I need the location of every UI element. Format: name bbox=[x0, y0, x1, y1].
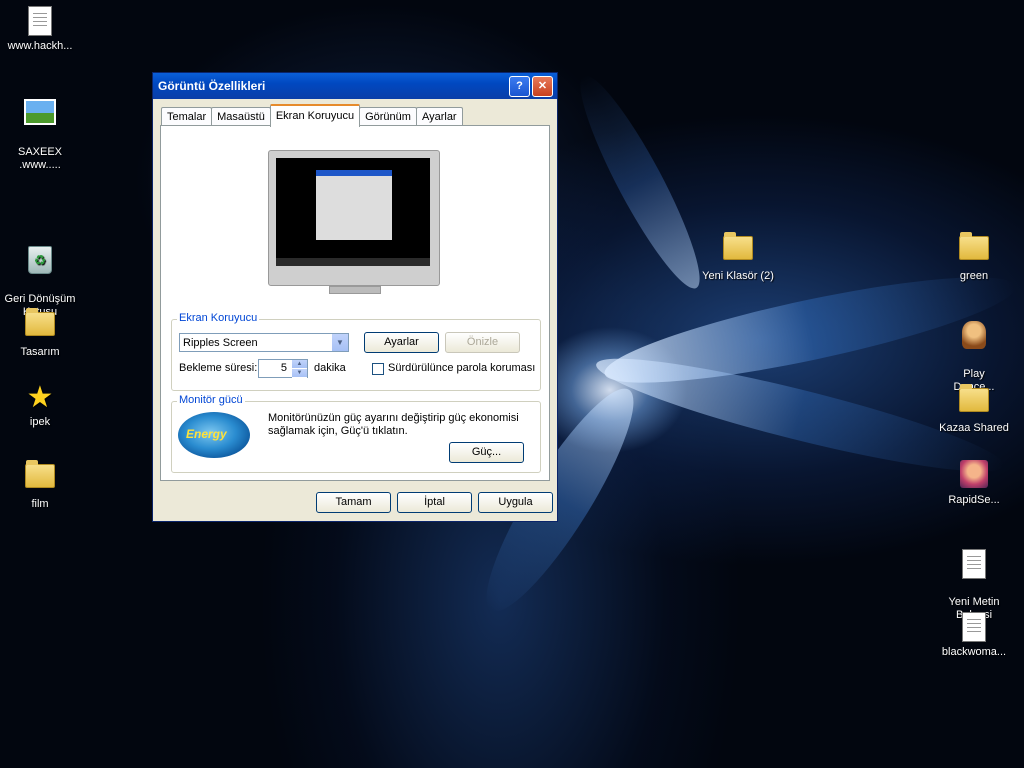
spin-up-icon[interactable]: ▲ bbox=[292, 360, 307, 369]
cancel-button[interactable]: İptal bbox=[397, 492, 472, 513]
screensaver-group-label: Ekran Koruyucu bbox=[177, 312, 260, 324]
folder-icon bbox=[24, 460, 56, 496]
wait-spinner[interactable]: 5 ▲ ▼ bbox=[258, 359, 308, 378]
monitor-preview bbox=[268, 150, 440, 294]
tab-masaustu[interactable]: Masaüstü bbox=[211, 107, 271, 126]
tab-strip: Temalar Masaüstü Ekran Koruyucu Görünüm … bbox=[161, 104, 463, 127]
screensaver-settings-button[interactable]: Ayarlar bbox=[364, 332, 439, 353]
desktop-icon-rapidse[interactable]: RapidSe... bbox=[934, 458, 1014, 507]
desktop-icon-picture[interactable]: SAXEEX .www..... bbox=[0, 82, 80, 172]
desktop-icon-blackwoman[interactable]: blackwoma... bbox=[934, 610, 1014, 659]
password-resume-label: Sürdürülünce parola koruması bbox=[388, 362, 536, 374]
desktop-icon-label: www.hackh... bbox=[7, 40, 73, 52]
screensaver-select[interactable]: Ripples Screen ▼ bbox=[179, 333, 349, 352]
apply-button[interactable]: Uygula bbox=[478, 492, 553, 513]
monitor-stand bbox=[329, 286, 381, 294]
folder-icon bbox=[24, 308, 56, 344]
password-resume-checkbox[interactable] bbox=[372, 363, 384, 375]
picture-icon bbox=[24, 99, 56, 131]
wait-label: Bekleme süresi: bbox=[179, 362, 258, 374]
folder-icon bbox=[722, 232, 754, 268]
chevron-down-icon: ▼ bbox=[331, 334, 348, 351]
power-button[interactable]: Güç... bbox=[449, 442, 524, 463]
desktop-icon-label: film bbox=[31, 498, 49, 510]
close-button[interactable]: ✕ bbox=[532, 75, 553, 97]
recycle-bin-icon: ♻ bbox=[24, 246, 56, 278]
folder-icon bbox=[958, 232, 990, 268]
energy-logo-text: Energy bbox=[186, 427, 227, 441]
monitor-power-group: Monitör gücü Energy Monitörünüzün güç ay… bbox=[171, 394, 541, 473]
desktop-icon-yeni-klasor[interactable]: Yeni Klasör (2) bbox=[698, 230, 778, 283]
wait-unit-label: dakika bbox=[314, 362, 346, 374]
preview-screen bbox=[276, 158, 430, 266]
text-document-icon bbox=[958, 612, 990, 644]
app-icon bbox=[958, 460, 990, 492]
help-button[interactable]: ? bbox=[509, 75, 530, 97]
tab-ekran-koruyucu[interactable]: Ekran Koruyucu bbox=[269, 104, 361, 127]
desktop-icon-label: Yeni Klasör (2) bbox=[702, 270, 774, 282]
ok-button[interactable]: Tamam bbox=[316, 492, 391, 513]
game-shortcut-icon bbox=[958, 321, 990, 353]
desktop-icon-play-dance[interactable]: Play Dance... bbox=[934, 306, 1014, 394]
dialog-titlebar[interactable]: Görüntü Özellikleri ? ✕ bbox=[153, 73, 557, 99]
preview-window bbox=[316, 170, 392, 240]
text-document-icon bbox=[958, 549, 990, 581]
desktop-icon-tasarim[interactable]: Tasarım bbox=[0, 306, 80, 359]
preview-taskbar bbox=[276, 258, 430, 266]
desktop-icon-green[interactable]: green bbox=[934, 230, 1014, 283]
desktop-icon-film[interactable]: film bbox=[0, 458, 80, 511]
desktop-icon-label: RapidSe... bbox=[948, 494, 1000, 506]
desktop-icon-label: green bbox=[959, 270, 989, 282]
desktop-icon-label: Tasarım bbox=[20, 346, 60, 358]
power-description: Monitörünüzün güç ayarını değiştirip güç… bbox=[268, 412, 519, 437]
display-properties-dialog: Görüntü Özellikleri ? ✕ Temalar Masaüstü… bbox=[152, 72, 558, 522]
star-icon: ★ bbox=[26, 381, 54, 414]
desktop-icon-hack-doc[interactable]: www.hackh... bbox=[0, 4, 80, 53]
tab-temalar[interactable]: Temalar bbox=[161, 107, 213, 126]
desktop-icon-kazaa-shared[interactable]: Kazaa Shared bbox=[934, 382, 1014, 435]
screensaver-preview-button[interactable]: Önizle bbox=[445, 332, 520, 353]
spin-down-icon[interactable]: ▼ bbox=[292, 369, 307, 378]
tab-ayarlar[interactable]: Ayarlar bbox=[415, 107, 463, 126]
monitor-power-group-label: Monitör gücü bbox=[177, 394, 245, 406]
desktop-icon-label: ipek bbox=[29, 416, 51, 428]
wallpaper-petal bbox=[564, 65, 716, 299]
energy-star-logo: Energy bbox=[178, 412, 250, 458]
desktop-icon-label: SAXEEX .www..... bbox=[17, 146, 63, 171]
tab-gorunum[interactable]: Görünüm bbox=[359, 107, 417, 126]
dialog-title: Görüntü Özellikleri bbox=[158, 79, 266, 93]
screensaver-select-value: Ripples Screen bbox=[183, 337, 258, 349]
desktop-icon-label: blackwoma... bbox=[941, 646, 1007, 658]
desktop-icon-label: Kazaa Shared bbox=[939, 422, 1009, 434]
folder-shortcut-icon bbox=[958, 384, 990, 420]
document-icon bbox=[24, 6, 56, 38]
desktop-icon-ipek[interactable]: ★ ipek bbox=[0, 382, 80, 429]
desktop-icon-yeni-metin[interactable]: Yeni Metin Belgesi bbox=[934, 534, 1014, 622]
screensaver-group: Ekran Koruyucu Ripples Screen ▼ Ayarlar … bbox=[171, 312, 541, 391]
wait-value: 5 bbox=[280, 362, 287, 374]
tab-panel: Ekran Koruyucu Ripples Screen ▼ Ayarlar … bbox=[160, 125, 550, 481]
